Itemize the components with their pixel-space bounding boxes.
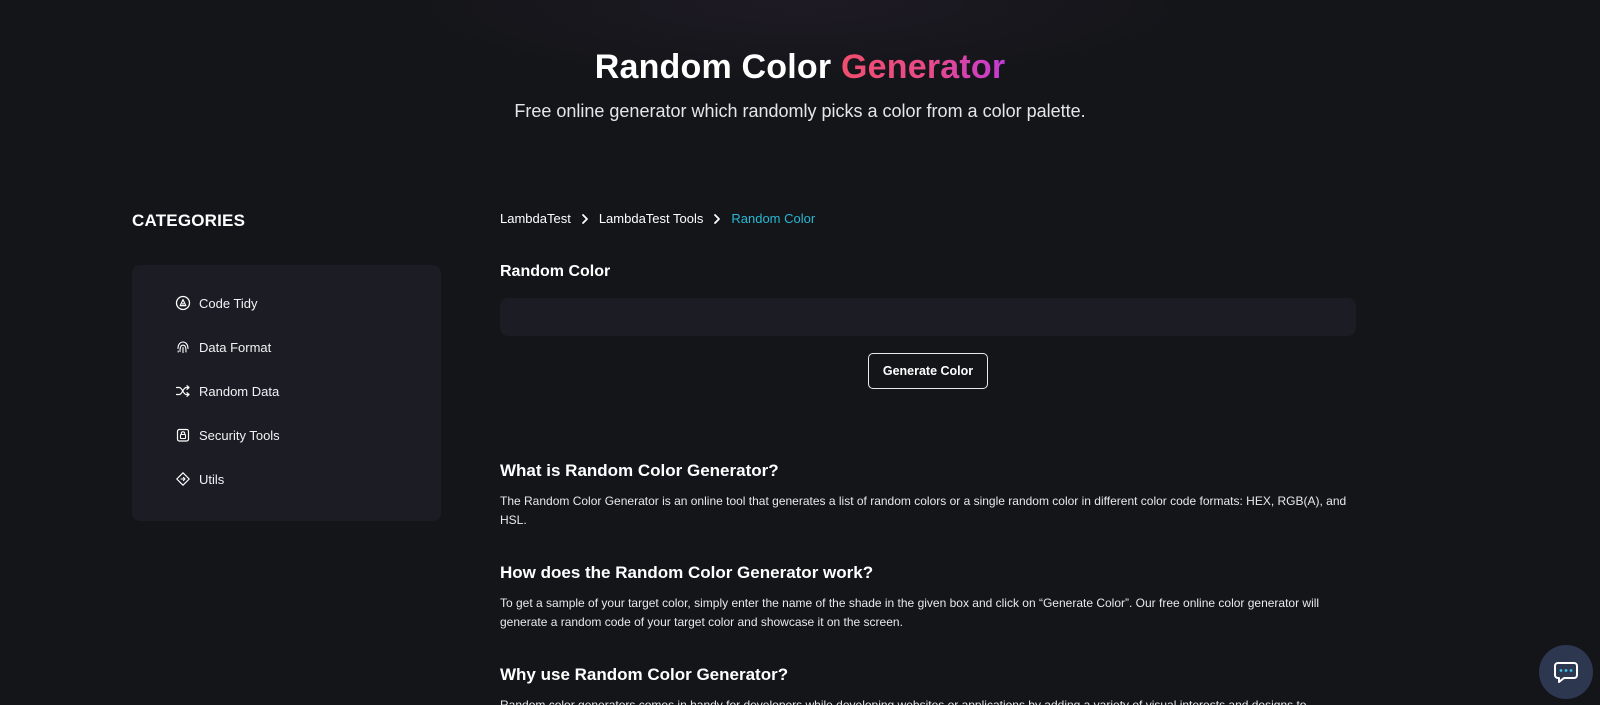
category-item-code-tidy[interactable]: Code Tidy — [175, 293, 258, 313]
section-heading: How does the Random Color Generator work… — [500, 563, 874, 582]
category-item-label: Code Tidy — [199, 295, 258, 311]
category-item-random-data[interactable]: Random Data — [175, 381, 279, 401]
category-item-label: Data Format — [199, 339, 272, 355]
random-color-label: Random Color — [500, 263, 611, 280]
generate-color-button[interactable]: Generate Color — [868, 353, 988, 389]
category-item-label: Random Data — [199, 383, 280, 399]
code-tidy-icon — [175, 295, 191, 311]
page-title-main: Random Color — [594, 48, 832, 86]
section-heading: Why use Random Color Generator? — [500, 665, 789, 684]
chat-button[interactable] — [1539, 645, 1593, 699]
page-subtitle: Free online generator which randomly pic… — [514, 101, 1086, 121]
category-item-label: Security Tools — [199, 427, 280, 443]
fingerprint-icon — [177, 341, 189, 354]
lock-icon — [176, 428, 190, 442]
category-item-security-tools[interactable]: Security Tools — [175, 425, 280, 445]
chevron-right-icon — [714, 213, 721, 224]
breadcrumb: LambdaTest LambdaTest Tools Random Color — [500, 211, 815, 226]
shuffle-icon — [175, 385, 190, 397]
page-title-accent: Generator — [840, 48, 1006, 86]
section-text: To get a sample of your target color, si… — [500, 596, 1320, 629]
breadcrumb-current: Random Color — [731, 211, 816, 226]
breadcrumb-link-lambdatest[interactable]: LambdaTest — [500, 211, 571, 226]
section-heading: What is Random Color Generator? — [500, 461, 779, 480]
categories-panel: Code Tidy Data Format Random Data Securi… — [132, 265, 441, 521]
color-output-field[interactable] — [500, 298, 1356, 336]
page-title: Random Color Generator — [0, 48, 1600, 87]
category-item-data-format[interactable]: Data Format — [175, 337, 271, 357]
section-text: The Random Color Generator is an online … — [500, 494, 1347, 527]
diamond-icon — [176, 472, 190, 486]
page: Random Color Generator Free online gener… — [0, 0, 1600, 705]
category-item-utils[interactable]: Utils — [175, 469, 224, 489]
chevron-right-icon — [581, 213, 588, 224]
chat-icon — [1554, 662, 1578, 683]
breadcrumb-link-tools[interactable]: LambdaTest Tools — [599, 211, 704, 226]
category-item-label: Utils — [199, 471, 225, 487]
section-text: Random color generators comes in handy f… — [500, 698, 1307, 705]
categories-heading: CATEGORIES — [132, 211, 246, 230]
